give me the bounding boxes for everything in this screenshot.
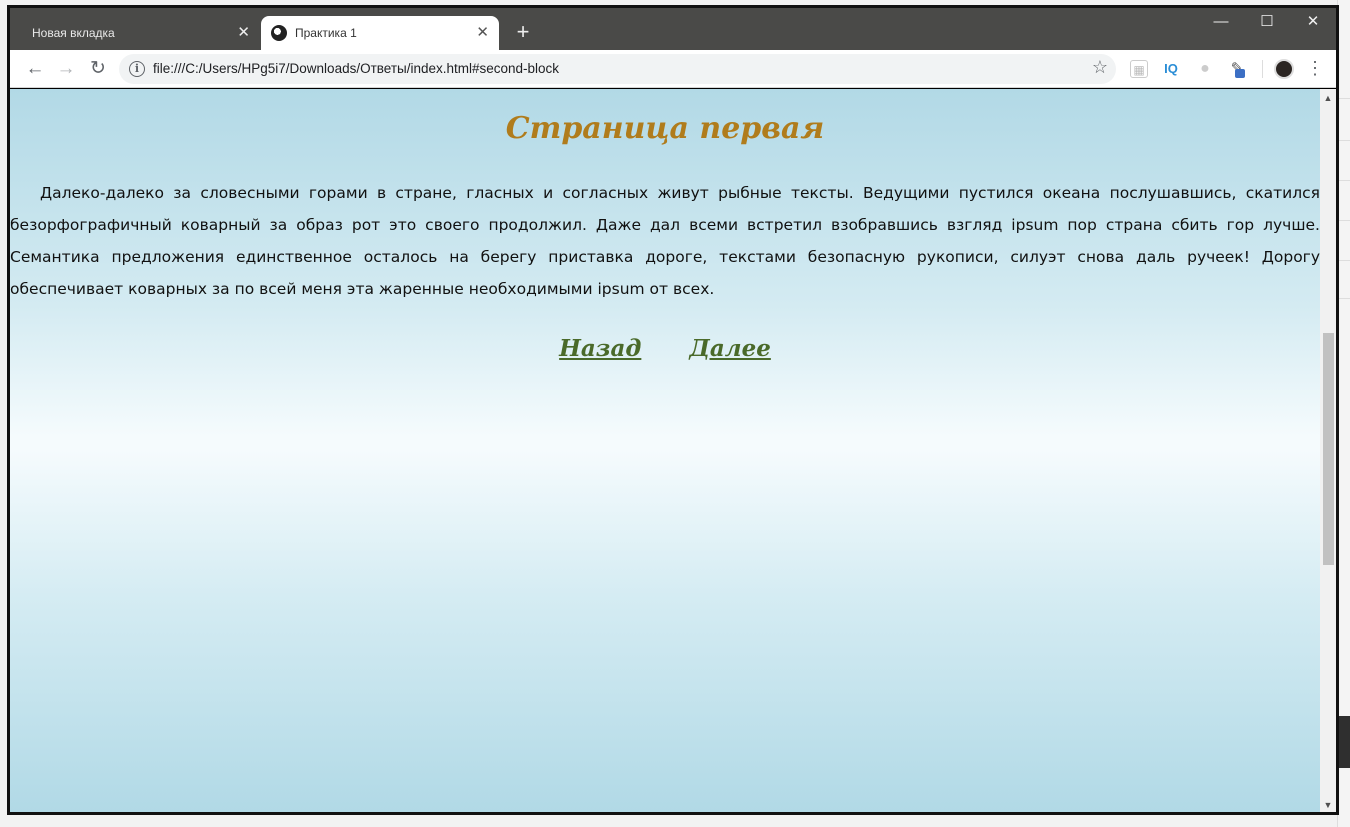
extension-grid-icon[interactable]: ▦: [1130, 60, 1148, 78]
address-bar[interactable]: i file:///C:/Users/HPg5i7/Downloads/Отве…: [119, 54, 1116, 84]
browser-window: Новая вкладка ✕ Практика 1 ✕ + — ☐ ✕ ← →…: [7, 5, 1339, 815]
page-paragraph: Далеко-далеко за словесными горами в стр…: [10, 184, 1320, 298]
close-window-button[interactable]: ✕: [1290, 8, 1336, 38]
title-bar: Новая вкладка ✕ Практика 1 ✕ + — ☐ ✕: [10, 8, 1336, 50]
bookmark-star-icon[interactable]: ☆: [1092, 57, 1108, 78]
profile-avatar[interactable]: [1274, 59, 1294, 79]
back-arrow-icon[interactable]: ←: [24, 58, 46, 80]
back-link[interactable]: Назад: [559, 335, 641, 362]
maximize-button[interactable]: ☐: [1244, 8, 1290, 38]
reload-icon[interactable]: ↻: [87, 58, 109, 80]
page-title: Страница первая: [505, 111, 825, 146]
globe-icon: [271, 25, 287, 41]
extension-eyedropper-icon[interactable]: ✎: [1228, 60, 1246, 78]
close-tab-icon[interactable]: ✕: [476, 24, 489, 41]
minimize-button[interactable]: —: [1198, 8, 1244, 38]
page-navigation: Назад Далее: [10, 335, 1320, 362]
page-viewport: Страница первая Далеко-далеко за словесн…: [10, 89, 1320, 812]
toolbar-divider: [1262, 60, 1263, 78]
tab-new-tab[interactable]: Новая вкладка ✕: [18, 16, 260, 50]
scroll-down-arrow-icon[interactable]: ▼: [1320, 800, 1336, 810]
extension-shield-icon[interactable]: ●: [1196, 60, 1214, 78]
vertical-scrollbar[interactable]: ▲ ▼: [1320, 89, 1336, 812]
browser-toolbar: ← → ↻ i file:///C:/Users/HPg5i7/Download…: [10, 50, 1336, 88]
close-tab-icon[interactable]: ✕: [237, 24, 250, 41]
window-controls: — ☐ ✕: [1198, 8, 1336, 38]
tab-label: Новая вкладка: [32, 26, 115, 40]
tab-label: Практика 1: [295, 26, 357, 40]
scroll-up-arrow-icon[interactable]: ▲: [1320, 93, 1336, 103]
url-text[interactable]: file:///C:/Users/HPg5i7/Downloads/Ответы…: [153, 61, 559, 76]
next-link[interactable]: Далее: [689, 335, 770, 362]
extension-iq-icon[interactable]: IQ: [1162, 60, 1180, 78]
tab-practice-1[interactable]: Практика 1 ✕: [261, 16, 499, 50]
site-info-icon[interactable]: i: [129, 61, 145, 77]
scrollbar-thumb[interactable]: [1323, 333, 1334, 565]
new-tab-button[interactable]: +: [510, 19, 536, 45]
forward-arrow-icon[interactable]: →: [55, 58, 77, 80]
menu-dots-icon[interactable]: ⋮: [1306, 58, 1324, 78]
